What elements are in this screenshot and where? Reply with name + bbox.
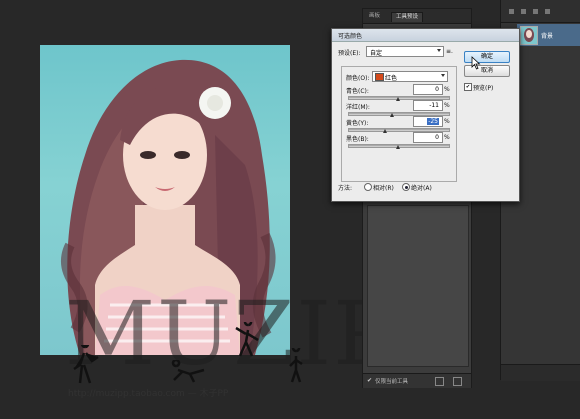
preset-select[interactable]: 自定 bbox=[366, 46, 444, 57]
yellow-value: -25 bbox=[427, 118, 439, 125]
magenta-label: 洋红(M): bbox=[346, 104, 370, 111]
preset-value: 自定 bbox=[370, 50, 383, 57]
magenta-value: -11 bbox=[429, 102, 439, 109]
lock-all-icon[interactable] bbox=[545, 9, 550, 14]
tab-tool-presets[interactable]: 工具预设 bbox=[391, 12, 424, 22]
colors-value: 红色 bbox=[385, 75, 398, 82]
magenta-value-input[interactable]: -11 bbox=[413, 100, 443, 111]
yellow-slider-thumb[interactable] bbox=[383, 129, 387, 133]
yellow-value-input[interactable]: -25 bbox=[413, 116, 443, 127]
layer-thumbnail bbox=[520, 26, 538, 45]
lock-transparent-icon[interactable] bbox=[509, 9, 514, 14]
tab-artboard[interactable]: 画板 bbox=[365, 12, 384, 21]
mouse-cursor-icon bbox=[471, 56, 481, 70]
layer-row-background[interactable]: 背景 bbox=[517, 24, 580, 46]
panel-status-bar: ✔ 仅限当前工具 bbox=[363, 373, 471, 388]
colors-select[interactable]: 红色 bbox=[372, 71, 448, 82]
cyan-slider-thumb[interactable] bbox=[395, 97, 400, 101]
layers-panel-header bbox=[501, 0, 580, 23]
dancer-silhouette-icon bbox=[289, 348, 303, 383]
chevron-down-icon bbox=[437, 49, 441, 52]
current-tool-only-label: 仅限当前工具 bbox=[375, 379, 409, 385]
dialog-title: 可选颜色 bbox=[338, 33, 363, 40]
selective-color-dialog: 可选颜色 预设(E): 自定 ≡. 确定 取消 ✔ 预览(P) 颜色(O): 红… bbox=[331, 28, 520, 202]
preset-label: 预设(E): bbox=[338, 50, 361, 57]
method-relative-label: 相对(R) bbox=[373, 185, 394, 192]
yellow-label: 黄色(Y): bbox=[346, 120, 369, 127]
colors-label: 颜色(O): bbox=[346, 75, 370, 82]
cyan-label: 青色(C): bbox=[346, 88, 369, 95]
dancer-silhouette-icon bbox=[171, 360, 205, 383]
percent-sign: % bbox=[444, 86, 450, 93]
preset-list[interactable] bbox=[367, 205, 469, 367]
dancer-silhouette-icon bbox=[235, 322, 259, 357]
dancer-silhouette-icon bbox=[73, 345, 99, 384]
new-preset-icon[interactable] bbox=[435, 377, 444, 386]
current-tool-only-checkbox[interactable]: ✔ bbox=[367, 378, 373, 384]
method-relative-radio[interactable] bbox=[364, 183, 372, 191]
watermark-subtitle: http://muzipp.taobao.com — 木子PP bbox=[68, 389, 229, 399]
preview-checkbox[interactable]: ✔ bbox=[464, 83, 472, 91]
chevron-down-icon bbox=[441, 74, 445, 77]
magenta-slider-thumb[interactable] bbox=[390, 113, 394, 117]
lock-paint-icon[interactable] bbox=[521, 9, 526, 14]
cyan-value: 0 bbox=[435, 86, 439, 93]
color-swatch bbox=[375, 73, 384, 81]
method-label: 方法: bbox=[338, 185, 353, 192]
black-slider-thumb[interactable] bbox=[395, 145, 400, 149]
delete-icon[interactable] bbox=[453, 377, 462, 386]
dialog-title-bar[interactable]: 可选颜色 bbox=[332, 29, 519, 42]
preview-label: 预览(P) bbox=[473, 85, 494, 92]
method-absolute-label: 绝对(A) bbox=[411, 185, 432, 192]
black-value-input[interactable]: 0 bbox=[413, 132, 443, 143]
percent-sign: % bbox=[444, 118, 450, 125]
method-absolute-radio[interactable] bbox=[402, 183, 410, 191]
layers-panel-footer bbox=[501, 364, 580, 381]
panel-tab-bar: 画板 工具预设 bbox=[363, 9, 471, 24]
layer-name: 背景 bbox=[541, 33, 554, 40]
black-value: 0 bbox=[435, 134, 439, 141]
percent-sign: % bbox=[444, 102, 450, 109]
percent-sign: % bbox=[444, 134, 450, 141]
black-label: 黑色(B): bbox=[346, 136, 369, 143]
lock-move-icon[interactable] bbox=[533, 9, 538, 14]
cyan-value-input[interactable]: 0 bbox=[413, 84, 443, 95]
preset-menu-icon[interactable]: ≡. bbox=[446, 48, 453, 55]
